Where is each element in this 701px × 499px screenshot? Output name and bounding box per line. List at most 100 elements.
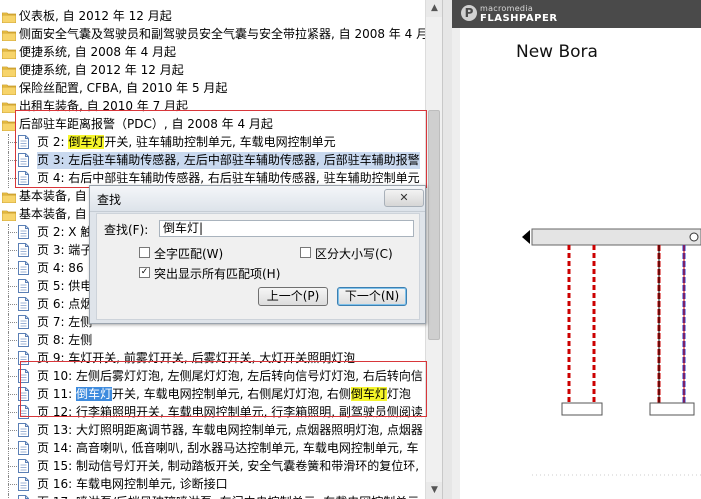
tree-connector-line (8, 386, 9, 404)
flashpaper-viewer: P macromedia FLASHPAPER New Bora (452, 0, 701, 499)
page-icon (18, 423, 29, 437)
scroll-thumb[interactable] (428, 110, 440, 340)
tree-page-item[interactable]: 页 15: 制动信号灯开关, 制动踏板开关, 安全气囊卷簧和带滑环的复位环, (0, 458, 425, 476)
tree-page-label: 页 4: 86 (37, 261, 84, 275)
tree-connector-line (8, 440, 9, 458)
tree-page-item[interactable]: 页 9: 车灯开关, 前雾灯开关, 后雾灯开关, 大灯开关照明灯泡 (0, 350, 425, 368)
tree-connector-line (8, 484, 17, 485)
match-case-label[interactable]: 区分大小写(C) (315, 245, 393, 262)
tree-connector-line (8, 430, 17, 431)
tree-page-item[interactable]: 页 8: 左侧 (0, 332, 425, 350)
highlight-all-checkbox[interactable]: ✓ (139, 267, 150, 278)
find-next-button[interactable]: 下一个(N) (337, 287, 407, 306)
tree-page-item[interactable]: 页 3: 左后驻车辅助传感器, 左后中部驻车辅助传感器, 后部驻车辅助报警 (0, 152, 425, 170)
tree-connector-line (8, 476, 9, 494)
page-icon (18, 135, 29, 149)
find-dialog-title: 查找 (97, 193, 122, 207)
tree-page-label: 页 14: 高音喇叭, 低音喇叭, 刮水器马达控制单元, 车载电网控制单元, 车 (37, 441, 419, 455)
tree-page-item[interactable]: 页 12: 行李箱照明开关, 车载电网控制单元, 行李箱照明, 副驾驶员侧阅读 (0, 404, 425, 422)
tree-folder-label: 便捷系统, 自 2008 年 4 月起 (19, 45, 177, 59)
tree-folder-label: 便捷系统, 自 2012 年 12 月起 (19, 63, 184, 77)
search-match-highlight: 倒车灯 (75, 387, 112, 401)
logo-flashpaper: FLASHPAPER (480, 13, 558, 24)
tree-page-label: 页 15: 制动信号灯开关, 制动踏板开关, 安全气囊卷簧和带滑环的复位环, (37, 459, 420, 473)
tree-connector-line (8, 404, 9, 422)
tree-connector-line (8, 448, 17, 449)
page-icon (18, 387, 29, 401)
close-icon[interactable]: ✕ (384, 189, 424, 207)
tree-page-label: 页 3: 左后驻车辅助传感器, 左后中部驻车辅助传感器, 后部驻车辅助报警 (37, 152, 420, 169)
diagram-node-icon (689, 232, 699, 242)
tree-page-item[interactable]: 页 2: 倒车灯开关, 驻车辅助控制单元, 车载电网控制单元 (0, 134, 425, 152)
tree-page-label: 页 17: 喷淋泵/后挡风玻璃喷淋泵, 车门中央控制单元, 车载电网控制单元 (37, 494, 419, 499)
tree-page-label: 页 8: 左侧 (37, 333, 93, 347)
tree-connector-line (8, 340, 17, 341)
page-icon (18, 243, 29, 257)
tree-connector-line (8, 134, 9, 152)
page-icon (18, 225, 29, 239)
tree-folder-item[interactable]: 便捷系统, 自 2012 年 12 月起 (0, 62, 425, 79)
tree-page-label: 页 16: 车载电网控制单元, 诊断接口 (37, 477, 228, 491)
tree-page-label: 页 13: 大灯照明距离调节器, 车载电网控制单元, 点烟器照明灯泡, 点烟器 (37, 423, 423, 437)
tree-connector-line (8, 160, 17, 161)
tree-page-item[interactable]: 页 17: 喷淋泵/后挡风玻璃喷淋泵, 车门中央控制单元, 车载电网控制单元 (0, 494, 425, 499)
folder-icon (1, 65, 17, 78)
tree-folder-item[interactable]: 保险丝配置, CFBA, 自 2010 年 5 月起 (0, 80, 425, 97)
tree-page-label: 页 5: 供电 (37, 279, 93, 293)
tree-page-label: 页 2: 倒车灯开关, 驻车辅助控制单元, 车载电网控制单元 (37, 135, 336, 149)
whole-word-label[interactable]: 全字匹配(W) (154, 245, 223, 262)
tree-connector-line (8, 358, 17, 359)
tree-connector-line (8, 152, 9, 170)
tree-scrollbar[interactable]: ▲ ▼ (425, 0, 443, 499)
tree-page-label: 页 10: 左侧后雾灯灯泡, 左侧尾灯灯泡, 左后转向信号灯灯泡, 右后转向信 (37, 369, 423, 383)
tree-connector-line (8, 242, 9, 260)
tree-connector-line (8, 458, 9, 476)
tree-connector-line (8, 466, 17, 467)
highlight-all-label[interactable]: 突出显示所有匹配项(H) (154, 265, 280, 282)
folder-icon (1, 11, 17, 24)
macromedia-logo-icon: P (461, 5, 477, 21)
tree-page-item[interactable]: 页 14: 高音喇叭, 低音喇叭, 刮水器马达控制单元, 车载电网控制单元, 车 (0, 440, 425, 458)
tree-connector-line (8, 224, 9, 242)
tree-page-item[interactable]: 页 13: 大灯照明距离调节器, 车载电网控制单元, 点烟器照明灯泡, 点烟器 (0, 422, 425, 440)
find-input[interactable]: 倒车灯| (159, 220, 414, 237)
diagram-bus-bar (531, 228, 701, 246)
page-icon (18, 369, 29, 383)
page-icon (18, 495, 29, 499)
find-dialog-titlebar[interactable]: 查找 ✕ (90, 186, 425, 212)
tree-folder-item[interactable]: 侧面安全气囊及驾驶员和副驾驶员安全气囊与安全带拉紧器, 自 2008 年 4 月 (0, 26, 425, 43)
tree-connector-line (8, 332, 9, 350)
page-icon (18, 405, 29, 419)
match-case-checkbox[interactable] (300, 247, 311, 258)
tree-folder-item[interactable]: 便捷系统, 自 2008 年 4 月起 (0, 44, 425, 61)
connector-left (561, 402, 603, 416)
tree-connector-line (8, 304, 17, 305)
page-icon (18, 297, 29, 311)
scroll-down-arrow-icon[interactable]: ▼ (426, 482, 443, 499)
search-match-highlight: 倒车灯 (350, 387, 387, 401)
tree-connector-line (8, 368, 9, 386)
tree-folder-label: 后部驻车距离报警（PDC）, 自 2008 年 4 月起 (19, 117, 273, 131)
tree-connector-line (8, 394, 17, 395)
tree-page-label: 页 9: 车灯开关, 前雾灯开关, 后雾灯开关, 大灯开关照明灯泡 (37, 351, 356, 365)
whole-word-checkbox[interactable] (139, 247, 150, 258)
tree-folder-item[interactable]: 仪表板, 自 2012 年 12 月起 (0, 8, 425, 25)
tree-page-item[interactable]: 页 10: 左侧后雾灯灯泡, 左侧尾灯灯泡, 左后转向信号灯灯泡, 右后转向信 (0, 368, 425, 386)
tree-page-item[interactable]: 页 11: 倒车灯开关, 车载电网控制单元, 右侧尾灯灯泡, 右侧倒车灯灯泡 (0, 386, 425, 404)
logo-macromedia: macromedia (480, 4, 534, 13)
scroll-up-arrow-icon[interactable]: ▲ (426, 0, 443, 17)
tree-folder-label: 出租车装备, 自 2010 年 7 月起 (19, 99, 189, 113)
page-icon (18, 333, 29, 347)
tree-page-item[interactable]: 页 16: 车载电网控制单元, 诊断接口 (0, 476, 425, 494)
page-icon (18, 261, 29, 275)
tree-connector-line (8, 286, 17, 287)
tree-connector-line (8, 322, 17, 323)
tree-folder-label: 仪表板, 自 2012 年 12 月起 (19, 9, 172, 23)
flashpaper-toolbar: P macromedia FLASHPAPER (452, 0, 701, 28)
find-previous-button[interactable]: 上一个(P) (258, 287, 328, 306)
tree-connector-line (8, 178, 17, 179)
tree-connector-line (8, 296, 9, 314)
tree-folder-item[interactable]: 出租车装备, 自 2010 年 7 月起 (0, 98, 425, 115)
tree-folder-item[interactable]: 后部驻车距离报警（PDC）, 自 2008 年 4 月起 (0, 116, 425, 133)
page-icon (18, 459, 29, 473)
